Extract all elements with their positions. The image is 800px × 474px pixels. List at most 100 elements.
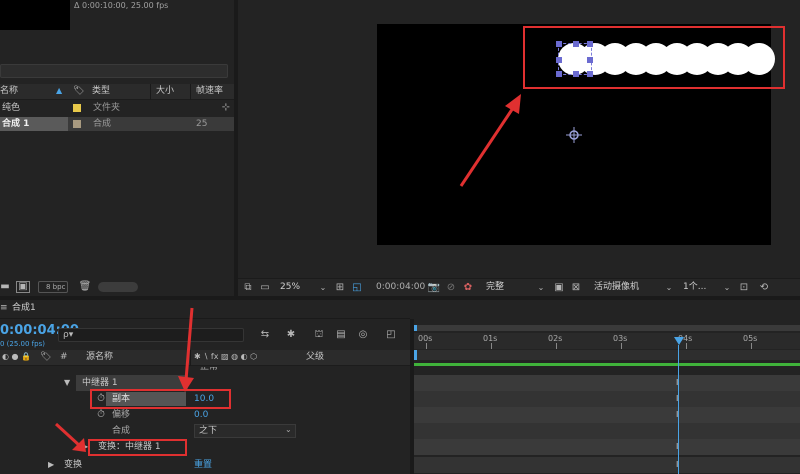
annotation-box-transform bbox=[88, 439, 187, 456]
monitor-icon[interactable]: ▭ bbox=[259, 282, 271, 294]
comp-icon[interactable]: ▣ bbox=[16, 281, 30, 293]
mask-icon[interactable]: ◱ bbox=[351, 282, 363, 294]
ruler-tick-label: 00s bbox=[418, 334, 433, 343]
color-channels-icon[interactable]: ✿ bbox=[462, 282, 474, 294]
expand-arrow-icon[interactable]: ▶ bbox=[48, 461, 54, 469]
property-label: 偏移 bbox=[112, 410, 131, 420]
anchor-point-icon[interactable] bbox=[566, 127, 582, 143]
project-search-input[interactable] bbox=[0, 64, 228, 78]
annotation-arrow-transform bbox=[54, 422, 86, 452]
sort-arrow-icon[interactable]: ▲ bbox=[56, 87, 62, 95]
time-ruler[interactable]: 00s 01s 02s 03s 04s 05s bbox=[414, 333, 800, 349]
annotation-arrow-copies bbox=[178, 307, 194, 392]
mode-partial: 正常 bbox=[200, 367, 219, 372]
chevron-down-icon[interactable]: ⌄ bbox=[536, 283, 546, 293]
region-of-interest-icon[interactable]: ▣ bbox=[553, 282, 565, 294]
viewer-toolbar: ⧉ ▭ 25% ⌄ ⊞ ◱ 0:00:04:00 📷 ⊘ ✿ 完整 ⌄ ▣ ⊠ … bbox=[238, 278, 800, 296]
project-column-header: 名称 ▲ 🏷 类型 大小 帧速率 bbox=[0, 84, 234, 100]
layer-duration-bar[interactable] bbox=[414, 363, 800, 366]
layer-row-transform[interactable]: ▶ 变换 重置 bbox=[0, 457, 410, 473]
composite-value: 之下 bbox=[199, 426, 218, 436]
camera-snapshot-icon[interactable]: 📷 bbox=[428, 282, 440, 294]
project-panel: Δ 0:00:10:00, 25.00 fps 名称 ▲ 🏷 类型 大小 帧速率… bbox=[0, 0, 234, 296]
property-group-label: 变换 bbox=[64, 460, 83, 470]
keyframe-marker[interactable]: I bbox=[676, 395, 682, 403]
bpc-button[interactable]: 8 bpc bbox=[38, 281, 68, 293]
reset-exposure-icon[interactable]: ⟲ bbox=[758, 282, 770, 294]
playhead[interactable] bbox=[674, 337, 684, 347]
offset-value[interactable]: 0.0 bbox=[194, 411, 208, 420]
keyframe-marker[interactable]: I bbox=[676, 411, 682, 419]
trash-icon[interactable]: 🗑 bbox=[79, 281, 92, 293]
layer-row-partial: 正常 bbox=[0, 367, 410, 375]
label-color-swatch[interactable] bbox=[73, 104, 81, 112]
menu-icon[interactable]: ≡ bbox=[0, 304, 8, 313]
ruler-tick bbox=[556, 343, 557, 349]
shy-icon[interactable]: ⛫ bbox=[312, 328, 326, 342]
motion-blur-icon[interactable]: ◎ bbox=[356, 328, 370, 342]
ruler-tick bbox=[491, 343, 492, 349]
keyframe-marker[interactable]: I bbox=[676, 461, 682, 469]
property-group-label: 中继器 1 bbox=[82, 378, 118, 388]
timeline-search-input[interactable]: ρ▾ bbox=[58, 328, 244, 342]
switches-icons: ✱ ∖ fx ▨ ◍ ◐ ⬡ bbox=[194, 352, 258, 361]
project-row-selected[interactable]: 合成 1 合成 25 bbox=[0, 117, 234, 131]
scrollbar-thumb[interactable] bbox=[98, 282, 138, 292]
av-switch-icons: ◐ ● 🔒 bbox=[2, 352, 32, 361]
zoom-select[interactable]: 25% bbox=[280, 283, 300, 292]
quality-select[interactable]: 完整 bbox=[486, 283, 504, 292]
col-type[interactable]: 类型 bbox=[92, 87, 110, 96]
playhead-line bbox=[678, 345, 679, 474]
folder-icon[interactable]: ▬ bbox=[0, 282, 10, 292]
col-parent[interactable]: 父级 bbox=[306, 353, 324, 362]
property-label: 合成 bbox=[112, 426, 131, 436]
keyframe-marker[interactable]: I bbox=[676, 379, 682, 387]
frame-blending-icon[interactable]: ▤ bbox=[334, 328, 348, 342]
time-navigator[interactable] bbox=[414, 325, 800, 331]
col-name[interactable]: 名称 bbox=[0, 87, 18, 96]
item-name: 合成 1 bbox=[2, 119, 30, 129]
label-tag-icon: 🏷 bbox=[73, 86, 85, 96]
expand-arrow-icon[interactable]: ▼ bbox=[64, 379, 70, 387]
project-row[interactable]: 纯色 文件夹 ⊹ bbox=[0, 101, 234, 115]
item-name: 纯色 bbox=[2, 103, 21, 113]
chevron-down-icon[interactable]: ⌄ bbox=[318, 283, 328, 293]
frame-info: 0 (25.00 fps) bbox=[0, 340, 45, 348]
ruler-tick-label: 01s bbox=[483, 334, 498, 343]
stopwatch-icon[interactable]: ⏱ bbox=[95, 409, 107, 421]
comp-flowchart-icon[interactable]: ⇆ bbox=[258, 328, 272, 342]
keyframe-marker[interactable]: I bbox=[676, 443, 682, 451]
label-color-swatch[interactable] bbox=[73, 120, 81, 128]
show-snapshot-icon[interactable]: ⊘ bbox=[445, 282, 457, 294]
transparency-grid-icon[interactable]: ⊠ bbox=[570, 282, 582, 294]
work-area-bar[interactable] bbox=[414, 350, 800, 360]
col-fps[interactable]: 帧速率 bbox=[196, 87, 223, 96]
annotation-arrow bbox=[459, 94, 521, 187]
col-source-name[interactable]: 源名称 bbox=[86, 353, 113, 362]
always-preview-icon[interactable]: ⧉ bbox=[242, 282, 254, 294]
ruler-tick bbox=[426, 343, 427, 349]
viewer-timecode[interactable]: 0:00:04:00 bbox=[376, 283, 425, 292]
graph-editor-icon[interactable]: ◰ bbox=[384, 328, 398, 342]
composite-dropdown[interactable]: 之下 ⌄ bbox=[194, 424, 296, 438]
draft-3d-icon[interactable]: ✱ bbox=[284, 328, 298, 342]
col-size[interactable]: 大小 bbox=[156, 87, 174, 96]
ruler-tick bbox=[751, 343, 752, 349]
item-type: 合成 bbox=[93, 119, 112, 129]
camera-select[interactable]: 活动摄像机 bbox=[594, 283, 639, 292]
views-select[interactable]: 1个... bbox=[683, 283, 706, 292]
number-column: # bbox=[60, 352, 68, 362]
pixel-aspect-icon[interactable]: ⊡ bbox=[738, 282, 750, 294]
annotation-box-shapes bbox=[523, 26, 785, 89]
chevron-down-icon: ⌄ bbox=[285, 425, 292, 434]
comp-info: Δ 0:00:10:00, 25.00 fps bbox=[74, 1, 169, 10]
flowchart-icon[interactable]: ⊹ bbox=[220, 102, 232, 114]
ruler-tick-label: 05s bbox=[743, 334, 758, 343]
grid-icon[interactable]: ⊞ bbox=[334, 282, 346, 294]
reset-link[interactable]: 重置 bbox=[194, 461, 212, 470]
tab-comp[interactable]: 合成1 bbox=[12, 304, 36, 313]
chevron-down-icon[interactable]: ⌄ bbox=[722, 283, 732, 293]
bpc-label: 8 bpc bbox=[46, 283, 66, 291]
chevron-down-icon[interactable]: ⌄ bbox=[664, 283, 674, 293]
item-fps: 25 bbox=[196, 119, 208, 129]
